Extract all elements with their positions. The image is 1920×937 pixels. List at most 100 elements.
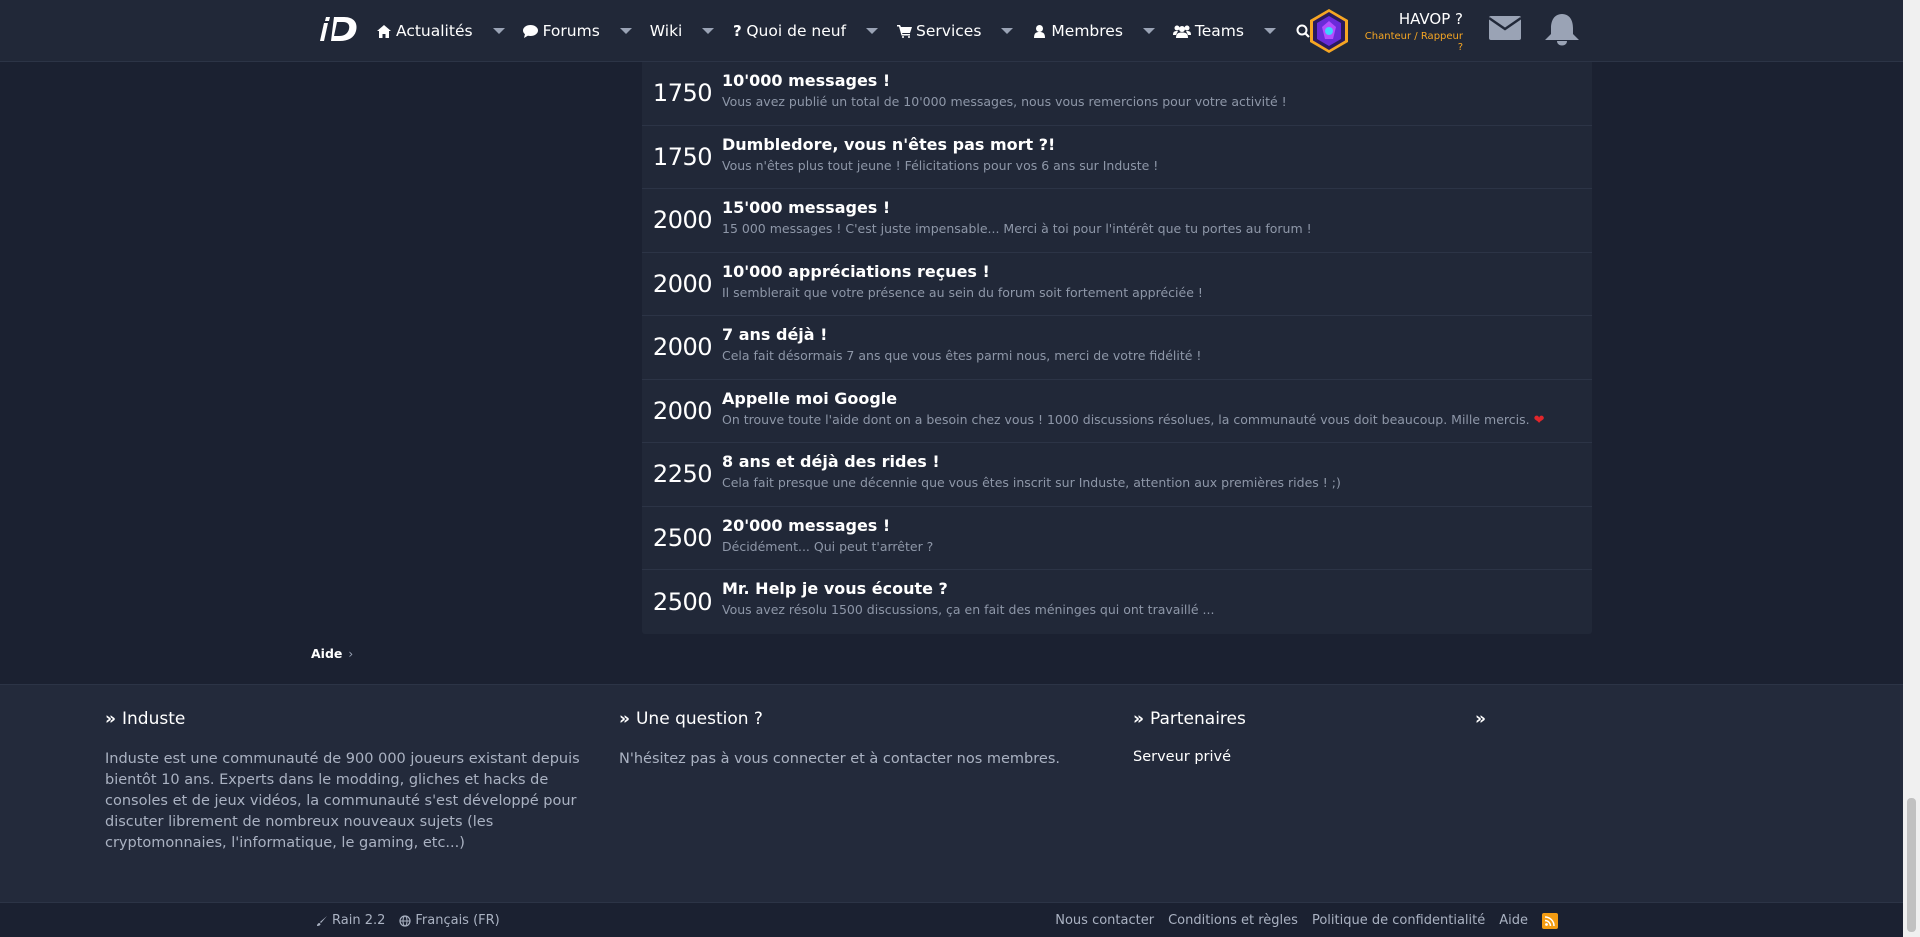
footer-link-privacy[interactable]: Politique de confidentialité (1312, 913, 1485, 928)
double-chevron-icon: » (619, 709, 630, 729)
nav-quoi-de-neuf[interactable]: ? Quoi de neuf (726, 0, 852, 62)
trophy-title: 15'000 messages ! (722, 198, 891, 217)
nav-actualites[interactable]: Actualités (370, 0, 479, 62)
trophy-description: Vous avez résolu 1500 discussions, ça en… (722, 602, 1215, 617)
trophy-points: 2250 (652, 460, 713, 489)
nav-wiki-dropdown[interactable] (702, 28, 715, 34)
trophy-points: 2000 (652, 333, 713, 362)
envelope-icon[interactable] (1488, 14, 1522, 42)
trophy-title: Dumbledore, vous n'êtes pas mort ?! (722, 134, 1056, 154)
trophy-title: 20'000 messages ! (722, 515, 891, 535)
page-scrollbar[interactable] (1903, 0, 1920, 937)
nav-wiki[interactable]: Wiki (644, 0, 689, 62)
nav-quoi-de-neuf-dropdown[interactable] (866, 28, 879, 34)
trophy-title: 10'000 appréciations reçues ! (722, 261, 990, 281)
trophy-points: 2500 (652, 523, 713, 552)
breadcrumb-label: Aide (311, 646, 343, 661)
trophy-points: 2000 (652, 396, 713, 425)
nav-services-dropdown[interactable] (1001, 28, 1014, 34)
breadcrumb[interactable]: Aide › (311, 646, 353, 661)
trophy-row: 2500 20'000 messages ! Décidément... Qui… (642, 507, 1592, 570)
trophy-row: 2000 7 ans déjà ! Cela fait désormais 7 … (642, 316, 1592, 380)
nav-wiki-label: Wiki (649, 22, 683, 40)
trophy-points: 2000 (652, 269, 713, 298)
footer-link-contact[interactable]: Nous contacter (1055, 913, 1154, 928)
trophy-description: Vous avez publié un total de 10'000 mess… (722, 94, 1287, 109)
user-menu[interactable]: HAVOP ? Chanteur / Rappeur ? (1305, 0, 1463, 62)
trophy-description: 15 000 messages ! C'est juste impensable… (722, 221, 1312, 236)
top-navbar: Actualités Forums Wiki ? Quoi de neuf Se… (0, 0, 1903, 62)
nav-actualites-dropdown[interactable] (492, 28, 505, 34)
trophy-description: Cela fait désormais 7 ans que vous êtes … (722, 348, 1202, 363)
trophy-title: Mr. Help je vous écoute ? (722, 579, 948, 598)
bell-icon[interactable] (1542, 12, 1582, 46)
trophy-row: 2500 Mr. Help je vous écoute ? Vous avez… (642, 570, 1592, 634)
language-chooser[interactable]: Français (FR) (399, 913, 500, 928)
trophy-row: 2000 10'000 appréciations reçues ! Il se… (642, 253, 1592, 316)
footer-link-serveur-prive[interactable]: Serveur privé (1133, 749, 1433, 765)
bottom-bar: Rain 2.2 Français (FR) Nous contacter Co… (0, 902, 1903, 937)
nav-services-label: Services (916, 22, 982, 40)
nav-membres-label: Membres (1051, 22, 1123, 40)
footer-link-terms[interactable]: Conditions et règles (1168, 913, 1298, 928)
comment-icon (523, 23, 539, 39)
trophy-title: Appelle moi Google (722, 388, 898, 408)
footer-col-4: » (1475, 709, 1675, 729)
trophy-description-text: On trouve toute l'aide dont on a besoin … (722, 411, 1530, 427)
trophy-row: 2000 Appelle moi Google On trouve toute … (642, 380, 1592, 443)
avatar (1310, 9, 1348, 53)
trophy-description: Vous n'êtes plus tout jeune ! Félicitati… (722, 157, 1159, 173)
trophy-row: 2000 15'000 messages ! 15 000 messages !… (642, 189, 1592, 253)
trophy-title: 8 ans et déjà des rides ! (722, 452, 940, 471)
trophy-points: 1750 (652, 142, 713, 171)
footer-link-help[interactable]: Aide (1499, 913, 1528, 928)
user-title: Chanteur / Rappeur ? (1364, 30, 1463, 53)
double-chevron-icon: » (105, 709, 116, 729)
trophy-row: 1750 Dumbledore, vous n'êtes pas mort ?!… (642, 126, 1592, 189)
chevron-right-icon: › (348, 646, 354, 661)
scrollbar-thumb[interactable] (1907, 798, 1916, 932)
trophy-list: 1750 10'000 messages ! Vous avez publié … (642, 62, 1592, 634)
trophy-points: 2500 (652, 587, 713, 616)
double-chevron-icon: » (1475, 709, 1486, 729)
nav-membres[interactable]: Membres (1025, 0, 1129, 62)
trophy-description: On trouve toute l'aide dont on a besoin … (722, 412, 1582, 428)
nav-quoi-de-neuf-label: Quoi de neuf (746, 22, 847, 40)
heart-icon: ❤ (1533, 412, 1545, 428)
users-icon (1172, 23, 1191, 39)
nav-forums-dropdown[interactable] (619, 28, 632, 34)
footer-heading: Partenaires (1149, 709, 1246, 729)
globe-icon (399, 914, 411, 927)
language-label: Français (FR) (415, 913, 500, 928)
footer-heading: Une question ? (635, 709, 763, 729)
footer: » Induste Induste est une communauté de 9… (0, 684, 1903, 902)
home-icon (376, 23, 392, 39)
site-logo[interactable] (320, 13, 364, 45)
question-icon: ? (733, 22, 742, 40)
footer-col-induste: » Induste Induste est une communauté de 9… (105, 709, 585, 854)
footer-description: Induste est une communauté de 900 000 jo… (105, 751, 580, 851)
nav-teams[interactable]: Teams (1167, 0, 1250, 62)
trophy-points: 1750 (652, 79, 713, 108)
nav-services[interactable]: Services (890, 0, 987, 62)
nav-forums-label: Forums (542, 22, 600, 40)
footer-col-question: » Une question ? N'hésitez pas à vous con… (619, 709, 1099, 770)
nav-forums[interactable]: Forums (517, 0, 606, 62)
trophy-description: Cela fait presque une décennie que vous … (722, 475, 1341, 490)
trophy-title: 10'000 messages ! (722, 71, 891, 90)
rss-icon[interactable] (1542, 912, 1558, 929)
trophy-description: Décidément... Qui peut t'arrêter ? (722, 538, 934, 554)
style-label: Rain 2.2 (332, 913, 386, 928)
cart-icon (896, 23, 912, 39)
paint-brush-icon (317, 915, 327, 926)
footer-description: N'hésitez pas à vous connecter et à cont… (619, 751, 1060, 767)
footer-col-partenaires: » Partenaires Serveur privé (1133, 709, 1433, 765)
trophy-points: 2000 (652, 206, 713, 235)
nav-membres-dropdown[interactable] (1142, 28, 1155, 34)
trophy-row: 2250 8 ans et déjà des rides ! Cela fait… (642, 443, 1592, 507)
nav-teams-dropdown[interactable] (1263, 28, 1276, 34)
nav-actualites-label: Actualités (396, 22, 473, 40)
trophy-title: 7 ans déjà ! (722, 325, 828, 344)
style-chooser[interactable]: Rain 2.2 (316, 913, 385, 928)
double-chevron-icon: » (1133, 709, 1144, 729)
